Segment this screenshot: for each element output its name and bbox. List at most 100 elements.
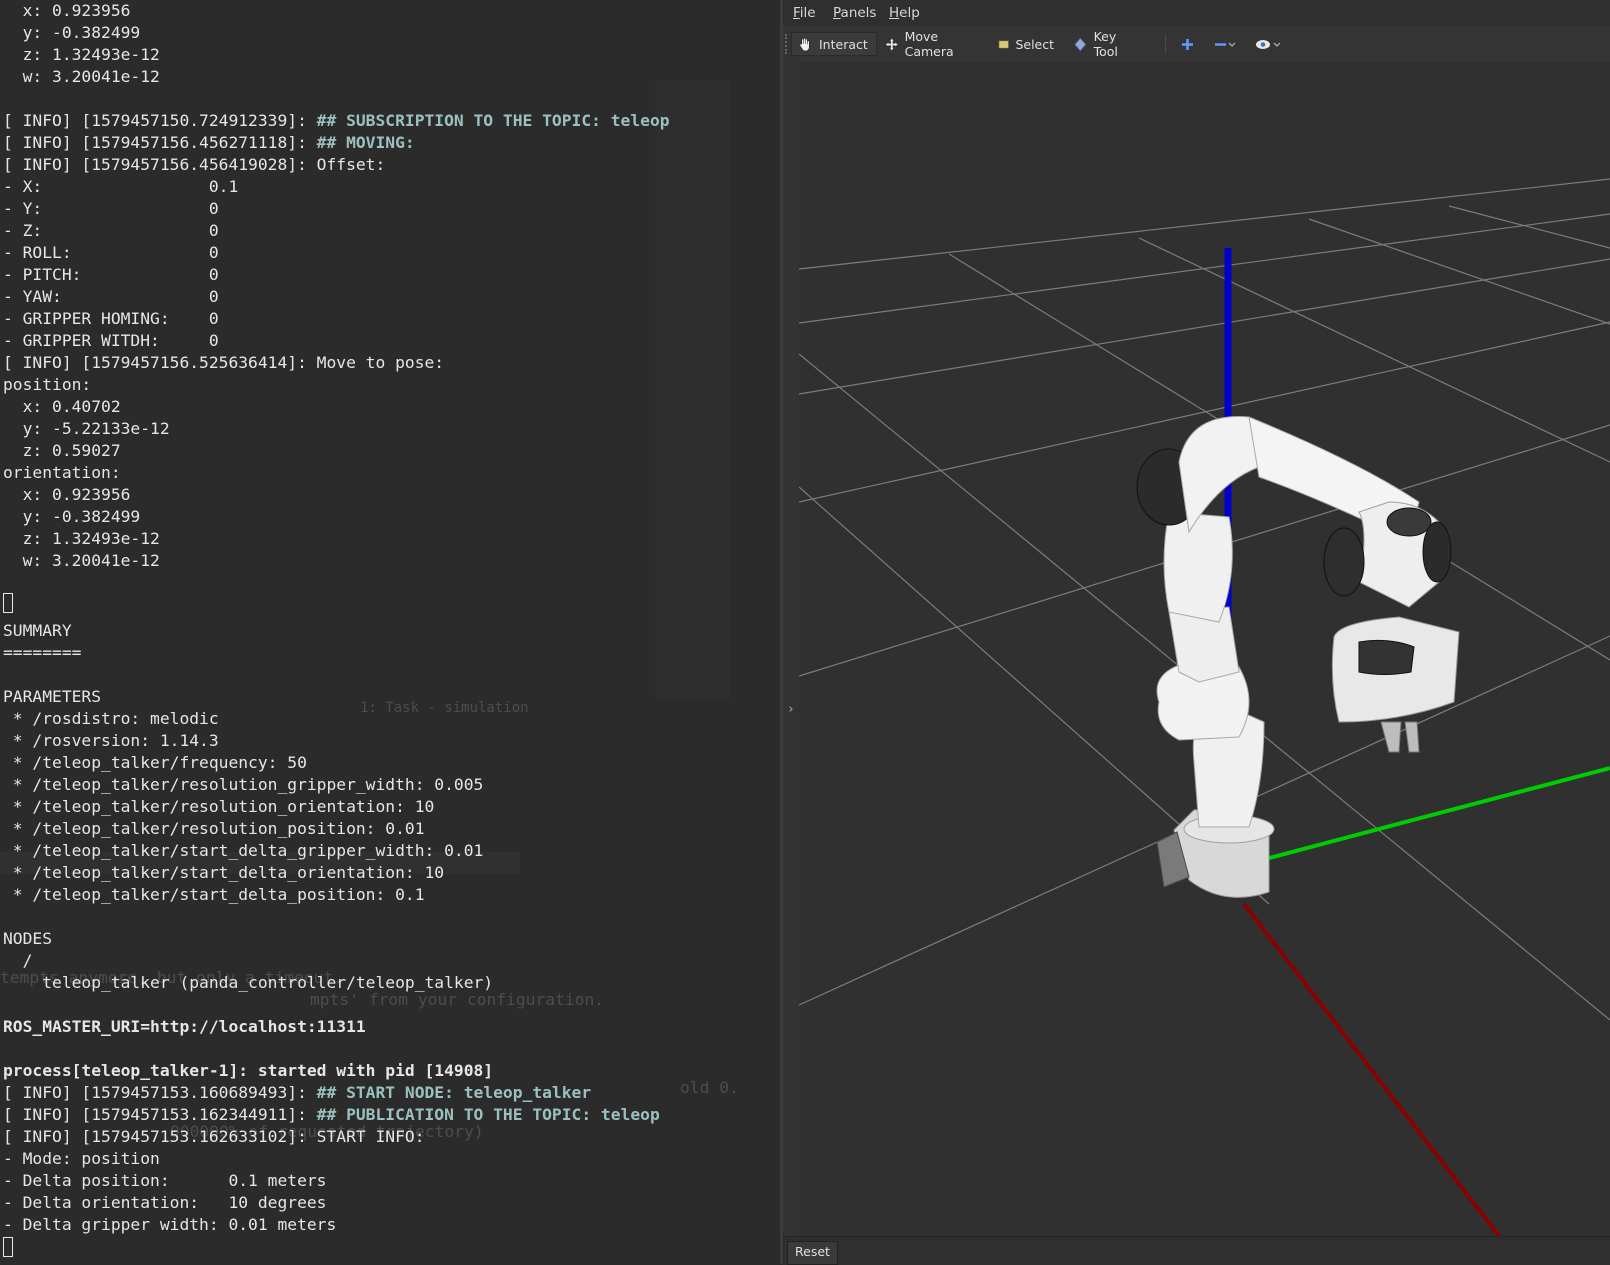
key-tool-button[interactable]: Key Tool	[1067, 29, 1149, 59]
terminal-line: - GRIPPER HOMING: 0	[3, 308, 219, 330]
menu-help[interactable]: Help	[889, 5, 920, 21]
grid-line	[1448, 205, 1610, 249]
terminal-line-text: * /teleop_talker/frequency: 50	[3, 753, 307, 772]
interact-tool-button[interactable]: Interact	[791, 32, 877, 56]
terminal-line: y: -0.382499	[3, 506, 141, 528]
move-camera-tool-button[interactable]: Move Camera	[879, 29, 989, 59]
add-tool-icon	[1182, 38, 1193, 50]
rviz-window: File Panels Help Interact Move Camera Se…	[783, 0, 1610, 1265]
terminal-line: * /teleop_talker/start_delta_gripper_wid…	[3, 840, 484, 862]
hand-icon	[799, 37, 810, 51]
menu-file[interactable]: File	[793, 5, 816, 21]
terminal-line-text: - GRIPPER HOMING: 0	[3, 309, 219, 328]
terminal-line-text: orientation:	[3, 463, 121, 482]
3d-viewport[interactable]	[799, 62, 1610, 1236]
collapse-arrow-icon[interactable]: ›	[783, 702, 799, 717]
terminal-line-text: - Delta gripper width: 0.01 meters	[3, 1215, 337, 1234]
select-icon	[998, 40, 1009, 48]
status-bar: Reset	[783, 1236, 1610, 1265]
terminal-line-text: - Y: 0	[3, 199, 219, 218]
terminal-line-text: ========	[3, 643, 82, 662]
side-panel-handle[interactable]: ›	[783, 62, 800, 1236]
terminal-line-text: w: 3.20041e-12	[3, 551, 160, 570]
select-label: Select	[1015, 36, 1054, 52]
terminal-line-text: process[teleop_talker-1]: started with p…	[3, 1061, 494, 1080]
select-tool-button[interactable]: Select	[992, 32, 1060, 56]
terminal-line: z: 0.59027	[3, 440, 121, 462]
terminal-line-text: teleop_talker (panda_controller/teleop_t…	[3, 973, 494, 992]
terminal-line: PARAMETERS	[3, 686, 101, 708]
toolbar-grip[interactable]	[785, 34, 790, 54]
terminal-line: * /rosversion: 1.14.3	[3, 730, 219, 752]
y-axis-line	[1253, 766, 1610, 864]
terminal-line-text: * /teleop_talker/start_delta_gripper_wid…	[3, 841, 484, 860]
terminal-line-text: /	[3, 951, 33, 970]
terminal-line: SUMMARY	[3, 620, 72, 642]
terminal-line-text: * /rosdistro: melodic	[3, 709, 219, 728]
ghost-minimap	[655, 80, 730, 700]
terminal-line: x: 0.40702	[3, 396, 121, 418]
terminal-line-text: [ INFO] [1579457153.160689493]:	[3, 1083, 317, 1102]
terminal-line-text: y: -5.22133e-12	[3, 419, 170, 438]
terminal-line: - Y: 0	[3, 198, 219, 220]
terminal-line: * /teleop_talker/frequency: 50	[3, 752, 307, 774]
terminal-line-text: * /teleop_talker/start_delta_position: 0…	[3, 885, 425, 904]
terminal-line-text: x: 0.923956	[3, 1, 131, 20]
terminal-line: * /teleop_talker/resolution_orientation:…	[3, 796, 435, 818]
terminal-line: [ INFO] [1579457156.525636414]: Move to …	[3, 352, 444, 374]
remove-tool-icon	[1215, 42, 1236, 47]
view-icon	[1256, 39, 1281, 49]
terminal-line-text: SUMMARY	[3, 621, 72, 640]
terminal-line-text: [ INFO] [1579457153.162344911]:	[3, 1105, 317, 1124]
terminal-line: w: 3.20041e-12	[3, 66, 160, 88]
reset-button[interactable]: Reset	[787, 1241, 838, 1265]
grid-line	[799, 258, 1610, 395]
terminal-line: [ INFO] [1579457156.456419028]: Offset:	[3, 154, 385, 176]
view-tool-button[interactable]	[1249, 32, 1289, 56]
terminal-line: NODES	[3, 928, 52, 950]
robot-arm	[1136, 416, 1460, 898]
key-tool-icon	[1074, 36, 1087, 52]
terminal-line: - GRIPPER WITDH: 0	[3, 330, 219, 352]
terminal-line: ========	[3, 642, 81, 664]
terminal-line-highlight: ## PUBLICATION TO THE TOPIC: teleop	[316, 1105, 660, 1124]
terminal-line: position:	[3, 374, 91, 396]
tool-bar: Interact Move Camera Select Key Tool	[783, 26, 1610, 63]
terminal-line: y: -0.382499	[3, 22, 141, 44]
terminal-line: [ INFO] [1579457153.162633102]: START IN…	[3, 1126, 425, 1148]
terminal-line-text: * /teleop_talker/start_delta_orientation…	[3, 863, 445, 882]
terminal-line-text: [ INFO] [1579457156.525636414]: Move to …	[3, 353, 445, 372]
x-axis-line	[1242, 902, 1501, 1236]
terminal-line: * /teleop_talker/start_delta_position: 0…	[3, 884, 425, 906]
ghost-tab-title: 1: Task - simulation	[360, 700, 529, 716]
interact-label: Interact	[819, 36, 868, 52]
terminal-line: [ INFO] [1579457150.724912339]: ## SUBSC…	[3, 110, 670, 132]
menu-panels[interactable]: Panels	[833, 5, 876, 21]
terminal-line: - ROLL: 0	[3, 242, 219, 264]
remove-tool-button[interactable]	[1208, 32, 1244, 56]
terminal-line: process[teleop_talker-1]: started with p…	[3, 1060, 493, 1082]
terminal-line: * /rosdistro: melodic	[3, 708, 219, 730]
terminal-line-text: * /teleop_talker/resolution_orientation:…	[3, 797, 435, 816]
terminal-line-highlight: ## START NODE: teleop_talker	[316, 1083, 592, 1102]
terminal-line-text: - ROLL: 0	[3, 243, 219, 262]
move-camera-label: Move Camera	[904, 29, 954, 59]
terminal-line-highlight: ## SUBSCRIPTION TO THE TOPIC: teleop	[316, 111, 670, 130]
terminal-line-text: * /rosversion: 1.14.3	[3, 731, 219, 750]
terminal-line: * /teleop_talker/resolution_gripper_widt…	[3, 774, 484, 796]
terminal-line: * /teleop_talker/start_delta_orientation…	[3, 862, 444, 884]
ghost-line: old 0.	[680, 1078, 739, 1097]
terminal-line: - Delta position: 0.1 meters	[3, 1170, 326, 1192]
terminal-panel[interactable]: 1: Task - simulation tempts anymore, but…	[0, 0, 780, 1264]
terminal-line-text: z: 1.32493e-12	[3, 45, 160, 64]
terminal-line-text: z: 0.59027	[3, 441, 121, 460]
terminal-line: - PITCH: 0	[3, 264, 219, 286]
grid-line	[799, 178, 1610, 270]
terminal-line: [ INFO] [1579457156.456271118]: ## MOVIN…	[3, 132, 415, 154]
terminal-line: w: 3.20041e-12	[3, 550, 160, 572]
terminal-line: - Z: 0	[3, 220, 219, 242]
terminal-line-text: position:	[3, 375, 92, 394]
key-tool-label: Key Tool	[1093, 29, 1118, 59]
add-tool-button[interactable]	[1175, 32, 1201, 56]
terminal-line-text: NODES	[3, 929, 53, 948]
